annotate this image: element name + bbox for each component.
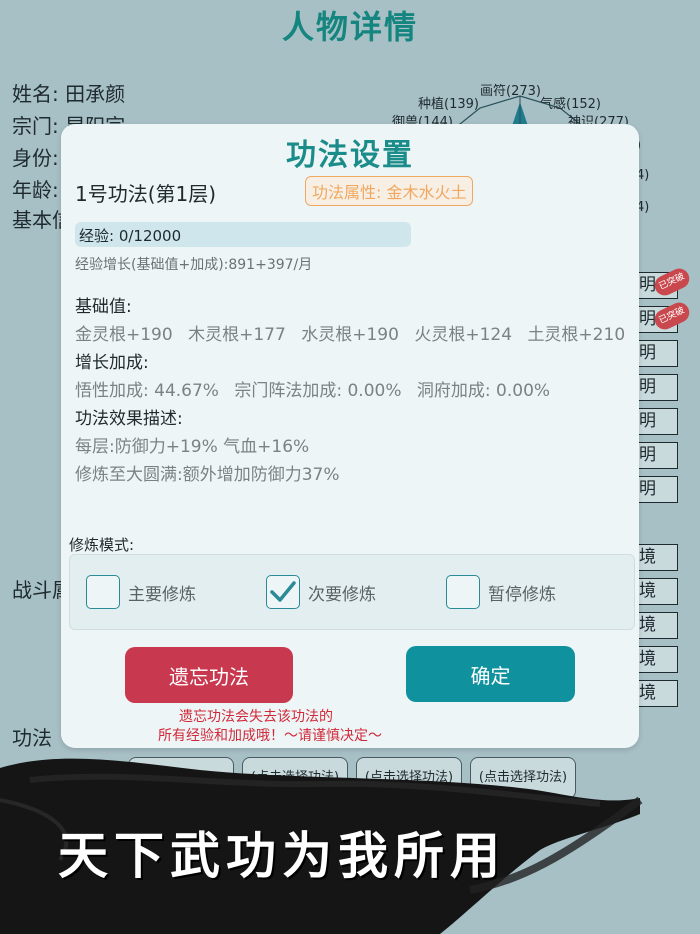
bonus-value: 悟性加成: 44.67%: [75, 381, 219, 401]
effect-line: 每层:防御力+19% 气血+16%: [75, 437, 310, 457]
disciple-row-button[interactable]: 明: [634, 408, 678, 435]
mode-option-primary[interactable]: 主要修炼: [86, 575, 196, 609]
base-value: 土灵根+210: [527, 325, 626, 345]
experience-text: 经验: 0/12000: [79, 227, 182, 245]
checkbox[interactable]: [266, 575, 300, 609]
mode-option-label: 暂停修炼: [488, 584, 556, 605]
gongfa-name: 1号功法(第1层): [75, 182, 217, 206]
base-value: 水灵根+190: [301, 325, 399, 345]
identity-field: 身份:: [12, 146, 59, 170]
radar-label-plant: 种植(139): [418, 97, 479, 112]
radar-label-talisman: 画符(273): [480, 84, 541, 99]
forget-warning-line: 遗忘功法会失去该功法的: [179, 709, 333, 725]
gongfa-attribute-badge: 功法属性: 金木水火土: [305, 176, 474, 206]
disciple-row-button[interactable]: 明: [634, 340, 678, 367]
disciple-row-button[interactable]: 明: [634, 374, 678, 401]
mode-option-secondary[interactable]: 次要修炼: [266, 575, 376, 609]
forget-gongfa-button[interactable]: 遗忘功法: [125, 647, 293, 703]
mode-option-label: 次要修炼: [308, 584, 376, 605]
gongfa-settings-dialog: 功法设置 1号功法(第1层) 功法属性: 金木水火土 经验: 0/12000 经…: [61, 124, 639, 748]
checkmark-icon: [270, 581, 296, 602]
experience-growth-text: 经验增长(基础值+加成):891+397/月: [75, 257, 313, 273]
disciple-row-button[interactable]: 境: [634, 578, 678, 605]
base-value: 火灵根+124: [414, 325, 513, 345]
age-field: 年龄:: [12, 178, 59, 202]
mode-option-label: 主要修炼: [128, 584, 196, 605]
bonus-value: 宗门阵法加成: 0.00%: [234, 381, 402, 401]
disciple-row-button[interactable]: 境: [634, 544, 678, 571]
effect-line: 修炼至大圆满:额外增加防御力37%: [75, 465, 340, 485]
base-values-title: 基础值:: [75, 297, 132, 317]
radar-label-qi: 气感(152): [540, 97, 601, 112]
disciple-row-button[interactable]: 境: [634, 680, 678, 707]
cultivation-mode-label: 修炼模式:: [69, 536, 135, 554]
bonus-value: 洞府加成: 0.00%: [416, 381, 551, 401]
base-value: 金灵根+190: [75, 325, 173, 345]
disciple-row-button[interactable]: 境: [634, 646, 678, 673]
checkbox[interactable]: [86, 575, 120, 609]
base-values-line: 金灵根+190 木灵根+177 水灵根+190 火灵根+124 土灵根+210: [75, 320, 635, 345]
experience-bar: 经验: 0/12000: [75, 222, 411, 247]
effect-title: 功法效果描述:: [75, 409, 183, 429]
confirm-button[interactable]: 确定: [406, 646, 575, 702]
slogan-text: 天下武功为我所用: [58, 826, 506, 885]
mode-option-pause[interactable]: 暂停修炼: [446, 575, 556, 609]
page-title: 人物详情: [281, 8, 418, 46]
dialog-title: 功法设置: [286, 138, 414, 173]
disciple-row-button[interactable]: 明: [634, 476, 678, 503]
disciple-row-button[interactable]: 明: [634, 442, 678, 469]
base-value: 木灵根+177: [188, 325, 286, 345]
name-field: 姓名: 田承颜: [12, 82, 126, 106]
checkbox[interactable]: [446, 575, 480, 609]
bonus-title: 增长加成:: [75, 353, 149, 373]
bonus-line: 悟性加成: 44.67% 宗门阵法加成: 0.00% 洞府加成: 0.00%: [75, 376, 560, 401]
cultivation-mode-group: 主要修炼 次要修炼 暂停修炼: [69, 554, 635, 630]
disciple-row-button[interactable]: 境: [634, 612, 678, 639]
